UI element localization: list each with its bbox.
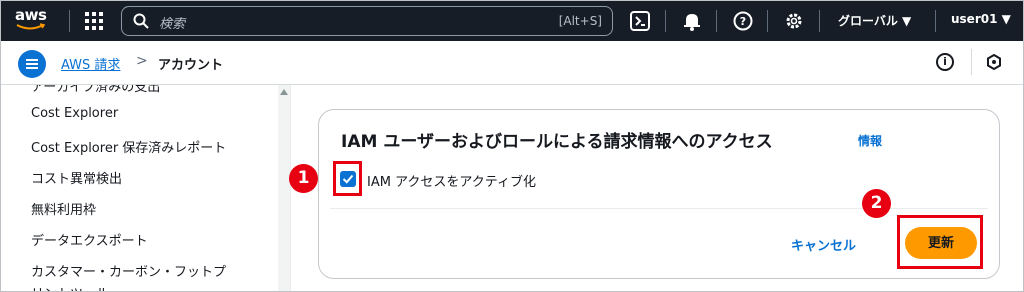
annotation-badge-2: 2 xyxy=(862,189,891,218)
scroll-up-arrow-icon[interactable] xyxy=(280,89,288,95)
iam-access-checkbox-label[interactable]: IAM アクセスをアクティブ化 xyxy=(367,171,536,190)
svg-text:?: ? xyxy=(740,15,746,28)
top-navigation-bar: aws 検索 [Alt+S] ? グローバル ▼ user01 ▼ xyxy=(1,1,1023,41)
sidebar-item-carbon-footprint[interactable]: カスタマー・カーボン・フットプ xyxy=(31,261,226,280)
chevron-right-icon: > xyxy=(136,53,148,69)
iam-access-checkbox[interactable] xyxy=(340,171,356,187)
sidebar-item-anomaly-detection[interactable]: コスト異常検出 xyxy=(31,168,122,187)
info-icon[interactable]: i xyxy=(936,53,954,71)
screenshot-frame: aws 検索 [Alt+S] ? グローバル ▼ user01 ▼ AWS 請求… xyxy=(0,0,1024,292)
nav-divider xyxy=(665,10,666,32)
breadcrumb-bar: AWS 請求 > アカウント i xyxy=(1,41,1023,85)
nav-divider xyxy=(69,10,70,32)
services-grid-icon[interactable] xyxy=(85,12,103,30)
sidebar-item-cost-explorer[interactable]: Cost Explorer xyxy=(31,106,118,121)
aws-smile-icon xyxy=(16,23,46,30)
search-shortcut: [Alt+S] xyxy=(558,14,602,28)
side-navigation: アーカイブ済みの支出 Cost Explorer Cost Explorer 保… xyxy=(1,85,291,291)
gear-icon[interactable] xyxy=(783,10,805,32)
breadcrumb-billing-link[interactable]: AWS 請求 xyxy=(61,54,120,73)
info-link[interactable]: 情報 xyxy=(858,132,882,149)
search-input[interactable]: 検索 [Alt+S] xyxy=(121,6,613,36)
account-menu[interactable]: user01 ▼ xyxy=(951,12,1011,26)
sidebar-item-data-exports[interactable]: データエクスポート xyxy=(31,230,148,249)
search-icon xyxy=(133,13,149,29)
nav-divider xyxy=(767,10,768,32)
aws-logo-text: aws xyxy=(15,6,47,24)
aws-logo[interactable]: aws xyxy=(15,6,55,34)
search-placeholder: 検索 xyxy=(159,17,186,32)
region-selector[interactable]: グローバル ▼ xyxy=(838,12,911,29)
side-navigation-toggle-button[interactable] xyxy=(18,50,46,78)
nav-divider xyxy=(935,10,936,32)
sidebar-item-cut-off[interactable]: アーカイブ済みの支出 xyxy=(31,85,160,95)
header-divider xyxy=(971,49,972,75)
help-icon[interactable]: ? xyxy=(732,10,754,32)
sidebar-item-carbon-footprint-cont[interactable]: リントツール xyxy=(31,283,109,291)
nav-divider xyxy=(716,10,717,32)
checkmark-icon xyxy=(342,174,354,184)
hexagon-settings-icon[interactable] xyxy=(986,54,1002,70)
bell-icon[interactable] xyxy=(681,10,703,32)
cloudshell-icon[interactable] xyxy=(629,10,651,32)
update-button[interactable]: 更新 xyxy=(905,227,977,259)
breadcrumb-current: アカウント xyxy=(158,58,224,73)
annotation-badge-1: 1 xyxy=(289,164,318,193)
card-title: IAM ユーザーおよびロールによる請求情報へのアクセス xyxy=(341,132,773,152)
cancel-button[interactable]: キャンセル xyxy=(791,235,856,254)
sidebar-item-free-tier[interactable]: 無料利用枠 xyxy=(31,199,96,218)
sidebar-scrollbar[interactable] xyxy=(278,85,290,291)
sidebar-item-saved-reports[interactable]: Cost Explorer 保存済みレポート xyxy=(31,137,226,156)
nav-divider xyxy=(819,10,820,32)
